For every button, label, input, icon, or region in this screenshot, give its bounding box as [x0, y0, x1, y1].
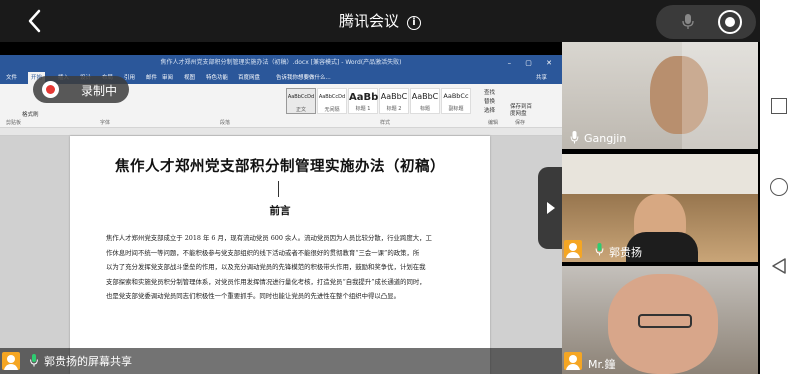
style-heading-1[interactable]: AaBb 标题 1 — [348, 88, 378, 114]
style-preview: AaBbC — [411, 92, 439, 101]
tab-baidu[interactable]: 百度网盘 — [238, 73, 260, 81]
chevron-right-icon — [547, 202, 555, 214]
style-name: 标题 1 — [355, 106, 371, 112]
tab-view[interactable]: 视图 — [184, 73, 195, 81]
style-name: 标题 2 — [386, 106, 402, 112]
text-cursor — [278, 181, 279, 197]
meeting-screen: 腾讯会议 i 焦作人才郑州党支部积分制管理实施办法（初稿）.docx [兼容模式]… — [0, 0, 800, 374]
find-button[interactable]: 查找 — [484, 88, 495, 96]
screen-share-bar: 郭贵扬的屏幕共享 — [0, 348, 562, 374]
group-paragraph: 段落 — [220, 120, 231, 126]
meeting-title-wrap: 腾讯会议 i — [0, 10, 760, 31]
meeting-title: 腾讯会议 — [338, 12, 399, 30]
style-preview: AaBbCcDd — [318, 94, 346, 100]
share-button[interactable]: 共享 — [536, 73, 547, 81]
recording-label: 录制中 — [81, 84, 118, 98]
paragraph-line: 以为了充分发挥党支部战斗堡垒的作用，以及充分调动党员的先锋模范的积极带头作用，鼓… — [106, 263, 426, 271]
recents-icon[interactable] — [771, 98, 787, 114]
ruler — [0, 128, 562, 136]
document-paragraph: 焦作人才郑州党支部成立于 2018 年 6 月，现有流动党员 600 余人。流动… — [106, 231, 456, 304]
window-light — [682, 42, 758, 149]
participant-video-tile[interactable]: Mr.鐘 — [562, 266, 758, 374]
paragraph-line: 也是党支部党委调动党员同志们积极性一个重要抓手。同时也能让党员的先进性在整个组织… — [106, 292, 400, 300]
recording-indicator[interactable]: 录制中 — [33, 76, 129, 103]
style-subtitle[interactable]: AaBbCc 副标题 — [441, 88, 471, 114]
style-no-spacing[interactable]: AaBbCcDd 无间隔 — [317, 88, 347, 114]
group-editing: 编辑 — [488, 120, 499, 126]
paragraph-line: 作休息时间不统一等问题，不能积极参与党支部组织的线下活动或者不能很好的贯彻教育“… — [106, 248, 420, 257]
tab-file[interactable]: 文件 — [6, 73, 17, 81]
tab-mailings[interactable]: 邮件 — [146, 73, 157, 81]
participant-name: 郭贵扬 — [609, 246, 642, 259]
stop-record-button[interactable] — [718, 10, 742, 34]
paragraph-line: 焦作人才郑州党支部成立于 2018 年 6 月，现有流动党员 600 余人。流动… — [106, 234, 432, 242]
mic-icon — [570, 131, 579, 144]
mic-icon[interactable] — [682, 14, 694, 30]
style-preview: AaBb — [349, 92, 379, 103]
avatar — [564, 240, 582, 258]
style-normal[interactable]: AaBbCcDd 正文 — [286, 88, 316, 114]
top-bar: 腾讯会议 i — [0, 0, 760, 42]
word-window-title: 焦作人才郑州党支部积分制管理实施办法（初稿）.docx [兼容模式] - Wor… — [160, 59, 402, 66]
style-name: 无间隔 — [324, 107, 340, 113]
format-painter[interactable]: 格式刷 — [22, 110, 39, 118]
paragraph-line: 支部探索和实施党员积分制管理体系，对党员作用发挥情况进行量化考核，打造党员“自我… — [106, 277, 426, 286]
group-save: 保存 — [515, 120, 526, 126]
save-baidu-button[interactable]: 保存到百度网盘 — [510, 104, 532, 118]
group-font: 字体 — [100, 120, 111, 126]
mic-icon — [595, 243, 604, 256]
glasses — [638, 314, 692, 328]
style-preview: AaBbC — [380, 92, 408, 101]
document-title: 焦作人才郑州党支部积分制管理实施办法（初稿） — [115, 158, 445, 175]
style-preview: AaBbCcDd — [287, 94, 315, 100]
tell-me-search[interactable]: 告诉我你想要做什么... — [276, 73, 331, 81]
style-name: 正文 — [295, 107, 306, 113]
participant-video-tile[interactable]: 郭贵扬 — [562, 154, 758, 262]
avatar — [564, 352, 582, 370]
collapse-video-panel-button[interactable] — [538, 167, 564, 249]
document-area: 焦作人才郑州党支部积分制管理实施办法（初稿） 前言 焦作人才郑州党支部成立于 2… — [0, 136, 562, 374]
home-icon[interactable] — [770, 178, 788, 196]
style-name: 标题 — [419, 106, 430, 112]
style-preview: AaBbCc — [443, 92, 469, 100]
record-dot-icon — [42, 81, 59, 98]
document-heading: 前言 — [269, 205, 291, 217]
group-styles: 样式 — [380, 120, 391, 126]
avatar — [2, 352, 20, 370]
style-name: 副标题 — [448, 106, 464, 112]
select-button[interactable]: 选择 — [484, 106, 495, 114]
tab-review[interactable]: 审阅 — [162, 73, 173, 81]
replace-button[interactable]: 替换 — [484, 97, 495, 105]
group-clipboard: 剪贴板 — [6, 120, 22, 126]
document-page[interactable]: 焦作人才郑州党支部积分制管理实施办法（初稿） 前言 焦作人才郑州党支部成立于 2… — [70, 136, 490, 374]
mic-icon — [30, 354, 38, 367]
top-controls — [656, 5, 756, 39]
word-title-bar: 焦作人才郑州党支部积分制管理实施办法（初稿）.docx [兼容模式] - Wor… — [0, 55, 562, 71]
participant-name: Gangjin — [584, 132, 627, 145]
participant-name: Mr.鐘 — [588, 358, 616, 371]
participant-video-tile[interactable]: Gangjin — [562, 42, 758, 149]
style-heading-2[interactable]: AaBbC 标题 2 — [379, 88, 409, 114]
tab-features[interactable]: 特色功能 — [206, 73, 228, 81]
ceiling — [562, 154, 758, 194]
window-controls[interactable]: – ▢ ✕ — [508, 55, 558, 71]
back-icon[interactable] — [771, 257, 787, 275]
info-icon[interactable]: i — [407, 16, 421, 30]
style-title[interactable]: AaBbC 标题 — [410, 88, 440, 114]
share-owner-label: 郭贵扬的屏幕共享 — [44, 355, 132, 368]
